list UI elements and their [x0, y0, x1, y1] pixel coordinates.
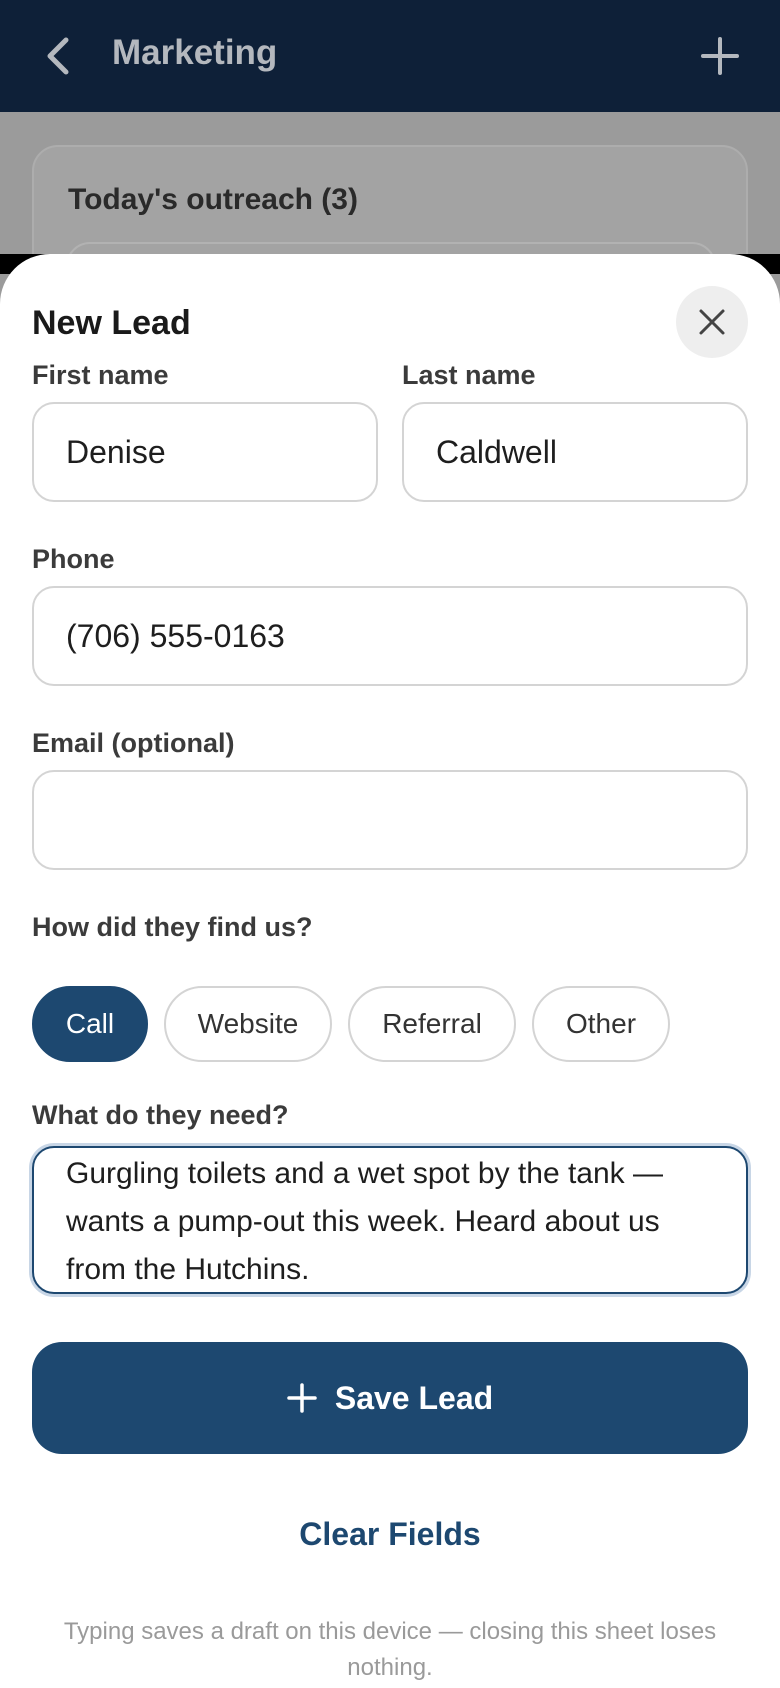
need-label: What do they need? [32, 1100, 289, 1130]
app-title: Marketing [112, 33, 278, 72]
outreach-card-title: Today's outreach (3) [68, 183, 358, 216]
last-name-label: Last name [402, 360, 536, 390]
first-name-input[interactable] [32, 402, 378, 502]
phone-label: Phone [32, 544, 115, 574]
close-button[interactable] [676, 286, 748, 358]
top-app-bar: Marketing [0, 0, 780, 112]
source-chip-call[interactable]: Call [32, 986, 148, 1062]
email-input[interactable] [32, 770, 748, 870]
clear-fields-button[interactable]: Clear Fields [0, 1516, 780, 1553]
close-icon [699, 309, 725, 335]
plus-icon [287, 1383, 317, 1413]
source-chip-other[interactable]: Other [532, 986, 670, 1062]
save-lead-label: Save Lead [334, 1379, 494, 1416]
new-lead-sheet: New Lead First name Last name Phone Emai… [0, 254, 780, 1688]
chevron-left-icon[interactable] [40, 34, 80, 78]
save-lead-button[interactable]: Save Lead [32, 1342, 748, 1454]
draft-footnote: Typing saves a draft on this device — cl… [63, 1618, 717, 1681]
need-text: Gurgling toilets and a wet spot by the t… [66, 1157, 663, 1286]
source-chip-referral[interactable]: Referral [348, 986, 516, 1062]
plus-icon[interactable] [700, 36, 740, 76]
source-chip-website[interactable]: Website [164, 986, 332, 1062]
need-textarea[interactable]: Gurgling toilets and a wet spot by the t… [32, 1146, 748, 1294]
first-name-label: First name [32, 360, 169, 390]
last-name-input[interactable] [402, 402, 748, 502]
phone-input[interactable] [32, 586, 748, 686]
source-label: How did they find us? [32, 912, 313, 942]
email-label: Email (optional) [32, 728, 235, 758]
sheet-title: New Lead [32, 304, 191, 342]
